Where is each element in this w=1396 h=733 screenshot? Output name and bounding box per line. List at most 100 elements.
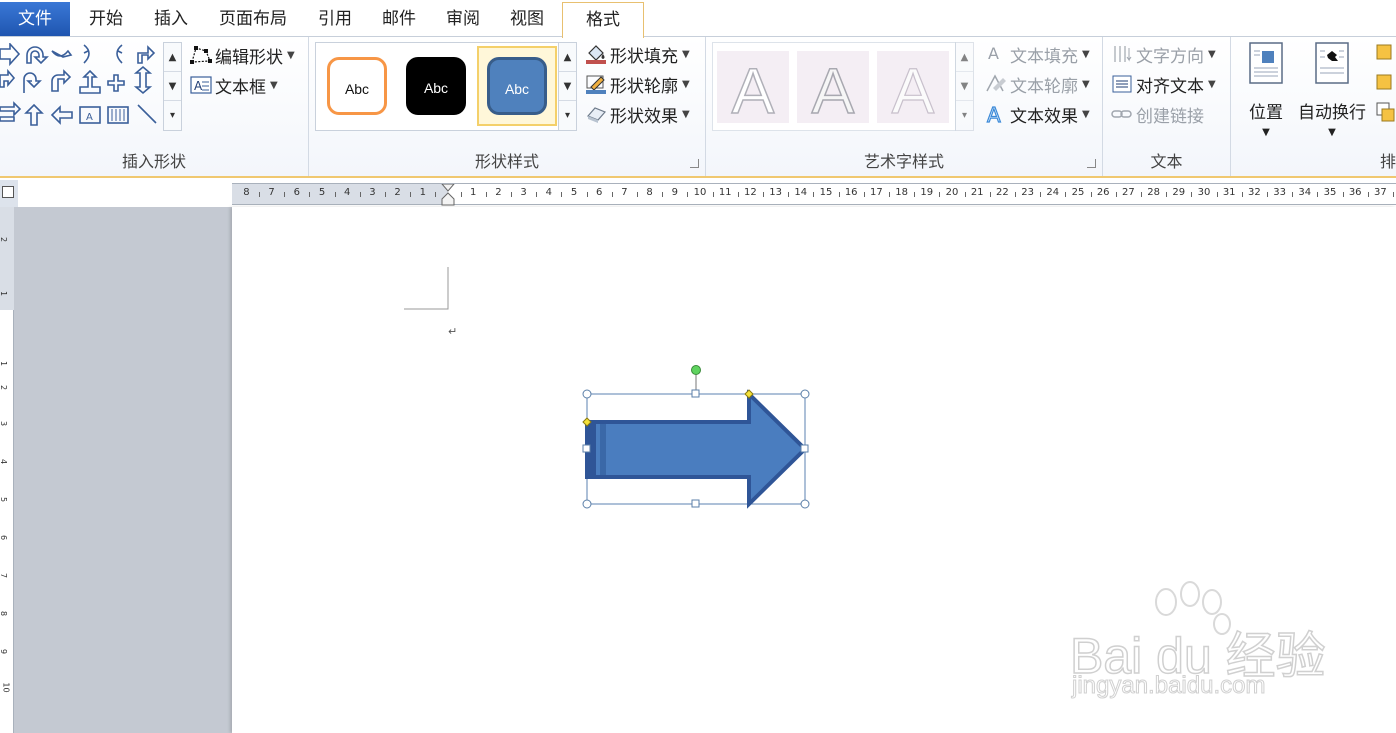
ruler-number: 28 [1147, 187, 1160, 198]
ruler-tick [1241, 192, 1243, 197]
ruler-number: 4 [344, 187, 351, 198]
ruler-tick [712, 192, 714, 197]
shape-style-blue-fill[interactable]: Abc [487, 57, 547, 115]
ruler-number: 33 [1273, 187, 1286, 198]
edit-shape-button[interactable]: 编辑形状 ▼ [190, 42, 295, 68]
align-text-button[interactable]: 对齐文本 ▼ [1111, 71, 1216, 97]
tab-review[interactable]: 审阅 [437, 2, 489, 36]
ruler-number: 17 [870, 187, 883, 198]
ruler-tick [1342, 192, 1344, 197]
shape-gallery-more-button[interactable]: ▾ [164, 101, 181, 130]
text-fill-icon: A [988, 44, 999, 63]
curved-left-arrow-shape-icon [116, 44, 123, 64]
ruler-tick [359, 192, 361, 197]
create-link-button[interactable]: 创建链接 [1111, 101, 1204, 127]
wordart-up-button[interactable]: ▲ [956, 43, 973, 72]
shape-style-down-button[interactable]: ▼ [559, 72, 576, 101]
ruler-number: 2 [495, 187, 502, 198]
shape-effects-icon [586, 107, 607, 123]
shape-style-gallery-scroll: ▲ ▼ ▾ [558, 42, 577, 131]
shape-fill-button[interactable]: 形状填充 ▼ [585, 41, 690, 67]
wordart-style-2[interactable]: A [797, 51, 869, 128]
watermark-url: jingyan.baidu.com [1071, 672, 1266, 700]
shape-styles-dialog-launcher-icon[interactable] [690, 159, 699, 168]
ruler-tick [1065, 192, 1067, 197]
ruler-tick [1292, 192, 1294, 197]
ruler-tick [939, 192, 941, 197]
shape-style-black-fill[interactable]: Abc [406, 57, 466, 115]
tab-mailings[interactable]: 邮件 [373, 2, 425, 36]
shape-style-more-button[interactable]: ▾ [559, 101, 576, 130]
curved-right-arrow-shape-icon [83, 44, 90, 64]
ruler-number: 3 [520, 187, 527, 198]
wordart-style-1[interactable]: A [717, 51, 789, 128]
position-label: 位置 [1249, 103, 1283, 123]
group-insert-shapes: A ▲ ▼ ▾ 编辑形状 ▼ A 文本框 ▼ 插入形状 [0, 37, 309, 176]
ruler-tick [813, 192, 815, 197]
shape-style-gallery: Abc Abc Abc [315, 42, 559, 131]
ruler-tick [1393, 192, 1394, 197]
ruler-tick [385, 192, 386, 197]
ruler-tick [460, 192, 462, 197]
ruler-tick [485, 192, 487, 197]
shape-fill-label: 形状填充 [610, 46, 678, 67]
vertical-text-box-shape-icon [107, 106, 129, 124]
shape-gallery-down-button[interactable]: ▼ [164, 72, 181, 101]
tab-page-layout[interactable]: 页面布局 [210, 2, 296, 36]
ruler-tick [1015, 192, 1016, 197]
chevron-down-icon: ▼ [682, 78, 690, 90]
ruler-number: 34 [1298, 187, 1312, 198]
text-fill-button[interactable]: A 文本填充 ▼ [985, 41, 1090, 67]
text-outline-icon [986, 74, 1006, 92]
ruler-number: 8 [646, 187, 653, 198]
ruler-tick [838, 192, 840, 197]
svg-text:A: A [194, 79, 203, 93]
indent-marker-icon[interactable] [441, 184, 455, 206]
wordart-gallery-scroll: ▲ ▼ ▾ [955, 42, 974, 131]
ruler-tick [309, 192, 311, 197]
wordart-more-button[interactable]: ▾ [956, 101, 973, 130]
text-outline-button[interactable]: 文本轮廓 ▼ [985, 71, 1090, 97]
horizontal-ruler[interactable]: 8 7 6 5 4 3 2 1 1 2 3 4 5 6 7 8 9 10 11 12 13 14 15 16 17 18 19 20 2… [232, 183, 1396, 206]
ruler-number: 10 [693, 187, 707, 198]
shape-gallery-up-button[interactable]: ▲ [164, 43, 181, 72]
position-button[interactable]: 位置 ▼ [1241, 41, 1291, 138]
text-direction-button[interactable]: 文字方向 ▼ [1111, 41, 1216, 67]
ruler-tab-selector[interactable] [0, 180, 18, 207]
svg-text:A: A [892, 55, 935, 123]
selected-arrow-shape[interactable] [582, 365, 816, 515]
tab-format[interactable]: 格式 [562, 2, 644, 38]
quad-arrow-shape-icon [107, 74, 125, 92]
ruler-tick [1115, 192, 1117, 197]
chevron-down-icon: ▼ [1262, 127, 1270, 138]
ruler-tick [259, 192, 260, 197]
svg-text:A: A [988, 44, 999, 63]
ruler-number: 32 [1248, 187, 1261, 198]
tab-home[interactable]: 开始 [80, 2, 132, 36]
wordart-dialog-launcher-icon[interactable] [1087, 159, 1096, 168]
vertical-ruler[interactable]: 2 1 1 2 3 4 5 6 7 8 9 10 [0, 207, 14, 733]
ruler-tick [662, 192, 664, 197]
shape-effects-button[interactable]: 形状效果 ▼ [585, 101, 690, 127]
shape-gallery[interactable]: A [0, 43, 162, 135]
text-box-button[interactable]: A 文本框 ▼ [190, 72, 278, 98]
text-effects-icon: A [986, 104, 1001, 124]
ruler-left-margin [232, 184, 448, 204]
ruler-tick [611, 192, 613, 197]
shape-style-up-button[interactable]: ▲ [559, 43, 576, 72]
ruler-tick [536, 192, 538, 197]
wrap-text-button[interactable]: 自动换行 ▼ [1295, 41, 1369, 138]
tab-view[interactable]: 视图 [501, 2, 553, 36]
wordart-style-3[interactable]: A [877, 51, 949, 128]
tab-insert[interactable]: 插入 [145, 2, 197, 36]
ribbon: A ▲ ▼ ▾ 编辑形状 ▼ A 文本框 ▼ 插入形状 Abc Abc Abc … [0, 37, 1396, 178]
ruler-number: 29 [1172, 187, 1186, 198]
shape-effects-label: 形状效果 [610, 106, 678, 127]
right-arrow-shape [585, 389, 808, 509]
tab-file[interactable]: 文件 [0, 2, 70, 36]
shape-outline-button[interactable]: 形状轮廓 ▼ [585, 71, 690, 97]
tab-references[interactable]: 引用 [309, 2, 361, 36]
shape-style-orange-outline[interactable]: Abc [327, 57, 387, 115]
text-effects-button[interactable]: A 文本效果 ▼ [985, 101, 1089, 127]
wordart-down-button[interactable]: ▼ [956, 72, 973, 101]
